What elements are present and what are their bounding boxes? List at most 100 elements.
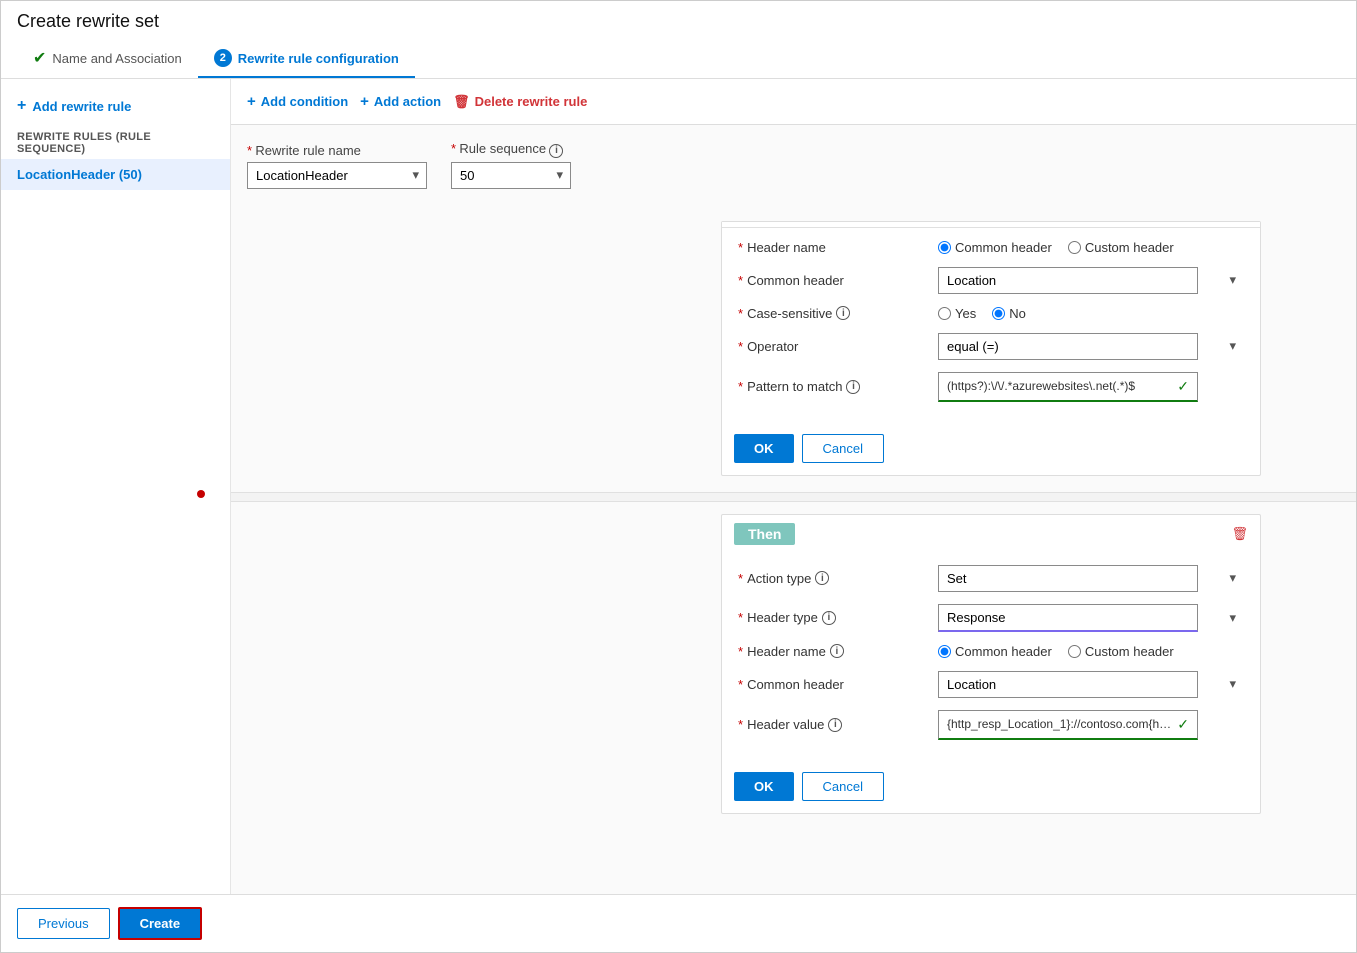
condition-header-name-label: * Header name	[738, 240, 938, 255]
check-circle-icon: ✔	[33, 48, 46, 68]
yes-radio[interactable]	[938, 307, 951, 320]
condition-operator-label: * Operator	[738, 339, 938, 354]
then-common-header-select[interactable]: Location	[938, 671, 1198, 698]
tab-name-association[interactable]: ✔ Name and Association	[17, 40, 198, 78]
operator-select[interactable]: equal (=)	[938, 333, 1198, 360]
operator-chevron-icon: ▾	[1229, 338, 1236, 354]
create-button[interactable]: Create	[118, 907, 202, 940]
red-dot	[197, 490, 205, 498]
header-type-select[interactable]: Response	[938, 604, 1198, 632]
condition-cancel-button[interactable]: Cancel	[802, 434, 884, 463]
then-common-header-radio[interactable]	[938, 645, 951, 658]
separator-bar	[231, 492, 1356, 502]
then-card: Then 🗑 * Action type i	[721, 514, 1261, 814]
condition-operator-value: equal (=) ▾	[938, 333, 1244, 360]
tabs: ✔ Name and Association 2 Rewrite rule co…	[17, 40, 1340, 78]
yes-radio-label[interactable]: Yes	[938, 306, 976, 321]
header-value-label-text: Header value	[747, 717, 824, 732]
then-header-value-value: {http_resp_Location_1}://contoso.com{htt…	[938, 710, 1244, 740]
custom-header-radio[interactable]	[1068, 241, 1081, 254]
header-value-check-icon: ✓	[1177, 716, 1189, 733]
rule-sequence-select[interactable]: 50	[451, 162, 571, 189]
then-ok-button[interactable]: OK	[734, 772, 794, 801]
add-rewrite-rule-button[interactable]: + Add rewrite rule	[1, 89, 230, 123]
pattern-label-text: Pattern to match	[747, 379, 842, 394]
condition-case-sensitive-label: * Case-sensitive i	[738, 306, 938, 321]
page-body: + Add rewrite rule REWRITE RULES (RULE S…	[1, 79, 1356, 894]
yes-radio-text: Yes	[955, 306, 976, 321]
action-type-select[interactable]: Set	[938, 565, 1198, 592]
then-badge: Then	[734, 523, 795, 545]
rule-name-select[interactable]: LocationHeader	[247, 162, 427, 189]
common-header-label-text: Common header	[747, 273, 844, 288]
common-header-select[interactable]: Location	[938, 267, 1198, 294]
rule-sequence-group: * Rule sequence i 50 ▾	[451, 141, 571, 189]
then-custom-header-radio[interactable]	[1068, 645, 1081, 658]
then-common-header-radio-label[interactable]: Common header	[938, 644, 1052, 659]
previous-button[interactable]: Previous	[17, 908, 110, 939]
common-header-chevron-icon: ▾	[1229, 272, 1236, 288]
header-value-info-icon[interactable]: i	[828, 718, 842, 732]
condition-case-sensitive-field: * Case-sensitive i Yes	[738, 306, 1244, 321]
then-header-name-radio-group: Common header Custom header	[938, 644, 1174, 659]
delete-rewrite-rule-label: Delete rewrite rule	[475, 94, 588, 109]
pattern-info-icon[interactable]: i	[846, 380, 860, 394]
pattern-input-wrap[interactable]: (https?):\/\/.*azurewebsites\.net(.*)$ ✓	[938, 372, 1198, 402]
add-condition-label: Add condition	[261, 94, 348, 109]
rule-sequence-info-icon[interactable]: i	[549, 144, 563, 158]
sidebar: + Add rewrite rule REWRITE RULES (RULE S…	[1, 79, 231, 894]
common-header-select-wrap: Location ▾	[938, 267, 1244, 294]
case-sensitive-radio-group: Yes No	[938, 306, 1026, 321]
then-custom-header-radio-text: Custom header	[1085, 644, 1174, 659]
no-radio[interactable]	[992, 307, 1005, 320]
rule-sequence-label-text: Rule sequence	[459, 141, 546, 156]
required-star: *	[247, 143, 252, 158]
case-sensitive-info-icon[interactable]: i	[836, 306, 850, 320]
no-radio-text: No	[1009, 306, 1026, 321]
action-type-info-icon[interactable]: i	[815, 571, 829, 585]
then-card-header: Then 🗑	[722, 515, 1260, 553]
add-condition-button[interactable]: + Add condition	[247, 89, 360, 114]
common-header-radio-label[interactable]: Common header	[938, 240, 1052, 255]
then-common-header-select-wrap: Location ▾	[938, 671, 1244, 698]
condition-card-body: * Header name Common header	[722, 228, 1260, 426]
add-action-button[interactable]: + Add action	[360, 89, 453, 114]
then-cancel-button[interactable]: Cancel	[802, 772, 884, 801]
then-common-header-value: Location ▾	[938, 671, 1244, 698]
then-custom-header-radio-label[interactable]: Custom header	[1068, 644, 1174, 659]
condition-common-header-label: * Common header	[738, 273, 938, 288]
tab-rewrite-rule-config[interactable]: 2 Rewrite rule configuration	[198, 40, 415, 78]
tab-rewrite-rule-config-label: Rewrite rule configuration	[238, 51, 399, 66]
then-header-name-info-icon[interactable]: i	[830, 644, 844, 658]
operator-label-text: Operator	[747, 339, 798, 354]
header-type-info-icon[interactable]: i	[822, 611, 836, 625]
condition-header-name-field: * Header name Common header	[738, 240, 1244, 255]
page-footer: Previous Create	[1, 894, 1356, 952]
delete-rewrite-rule-button[interactable]: 🗑 Delete rewrite rule	[453, 90, 599, 114]
toolbar: + Add condition + Add action 🗑 Delete re…	[231, 79, 1356, 125]
header-value-input-wrap[interactable]: {http_resp_Location_1}://contoso.com{htt…	[938, 710, 1198, 740]
sidebar-section-label: REWRITE RULES (RULE SEQUENCE)	[1, 123, 230, 159]
condition-ok-button[interactable]: OK	[734, 434, 794, 463]
page-title: Create rewrite set	[17, 11, 1340, 32]
page-header: Create rewrite set ✔ Name and Associatio…	[1, 1, 1356, 79]
condition-header-name-value: Common header Custom header	[938, 240, 1244, 255]
rule-sequence-label: * Rule sequence i	[451, 141, 571, 158]
action-type-select-wrap: Set ▾	[938, 565, 1244, 592]
case-sensitive-label-text: Case-sensitive	[747, 306, 832, 321]
then-header-value-field: * Header value i {http_resp_Location_1}:…	[738, 710, 1244, 740]
condition-common-header-value: Location ▾	[938, 267, 1244, 294]
common-header-radio[interactable]	[938, 241, 951, 254]
then-header-name-field: * Header name i Common header	[738, 644, 1244, 659]
rule-config-area: * Rewrite rule name LocationHeader ▾ *	[231, 125, 1356, 221]
then-common-header-label-text: Common header	[747, 677, 844, 692]
custom-header-radio-label[interactable]: Custom header	[1068, 240, 1174, 255]
then-common-header-radio-text: Common header	[955, 644, 1052, 659]
sidebar-item-location-header[interactable]: LocationHeader (50)	[1, 159, 230, 190]
header-value-text: {http_resp_Location_1}://contoso.com{htt…	[947, 717, 1173, 731]
then-delete-button[interactable]: 🗑	[1231, 525, 1248, 543]
no-radio-label[interactable]: No	[992, 306, 1026, 321]
then-header-type-value: Response ▾	[938, 604, 1244, 632]
condition-card-footer: OK Cancel	[722, 426, 1260, 475]
header-type-select-wrap: Response ▾	[938, 604, 1244, 632]
